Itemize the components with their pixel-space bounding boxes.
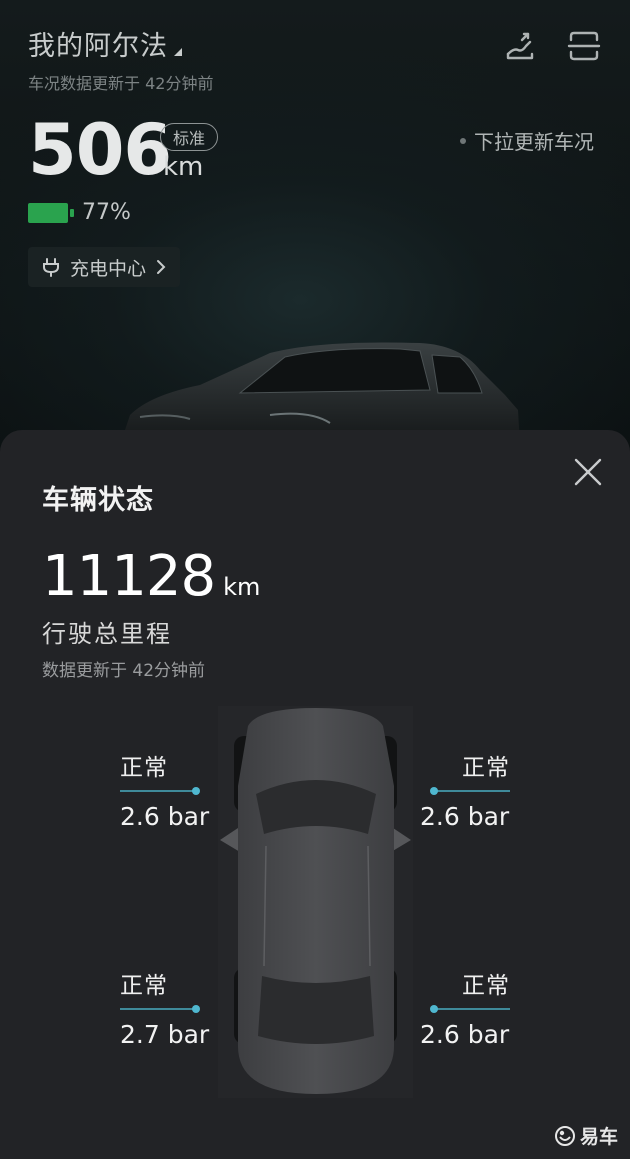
car-top-view-image — [218, 706, 413, 1098]
plug-icon — [43, 258, 59, 277]
odometer-unit: km — [223, 573, 261, 601]
battery-icon — [28, 202, 74, 223]
tire-pressure: 2.7 bar — [120, 1020, 210, 1049]
tire-indicator-line — [120, 787, 200, 795]
hint-dot-icon — [460, 137, 466, 144]
tire-indicator-dot — [192, 1005, 200, 1013]
tire-indicator-dot — [430, 1005, 438, 1013]
car-image — [120, 342, 520, 445]
odometer: 11128 km — [42, 544, 260, 609]
data-update-time: 数据更新于 42分钟前 — [42, 661, 206, 681]
chevron-right-icon — [157, 260, 166, 274]
tire-pressure: 2.6 bar — [420, 1020, 510, 1049]
watermark-text: 易车 — [579, 1126, 618, 1148]
tire-status: 正常 — [120, 973, 168, 999]
tire-indicator-line — [430, 1005, 510, 1013]
battery-percent: 77% — [82, 200, 131, 225]
yiche-logo-icon — [554, 1125, 575, 1146]
pull-refresh-text: 下拉更新车况 — [474, 130, 594, 154]
pull-refresh-hint: 下拉更新车况 — [460, 126, 594, 155]
tire-indicator-line — [430, 787, 510, 795]
tire-status: 正常 — [120, 755, 168, 781]
charge-center-button[interactable]: 充电中心 — [28, 247, 181, 287]
car-name: 我的阿尔法 — [28, 31, 168, 62]
tire-indicator-dot — [430, 787, 438, 795]
car-selector-caret-icon — [174, 47, 182, 56]
odometer-value: 11128 — [42, 544, 216, 609]
tire-pressure: 2.6 bar — [120, 802, 210, 831]
sheet-title: 车辆状态 — [42, 485, 154, 516]
odometer-label: 行驶总里程 — [42, 620, 172, 648]
tire-rear-right: 正常 2.6 bar — [420, 966, 534, 1049]
watermark: 易车 — [554, 1122, 618, 1149]
share-icon[interactable] — [502, 28, 538, 64]
tire-rear-left: 正常 2.7 bar — [120, 966, 220, 1049]
car-selector[interactable]: 我的阿尔法 — [28, 24, 182, 63]
tire-indicator-line — [120, 1005, 200, 1013]
status-update-time: 车况数据更新于 42分钟前 — [28, 74, 214, 93]
range-unit: km — [163, 152, 204, 182]
battery-status: 77% — [28, 200, 131, 225]
charge-center-label: 充电中心 — [70, 257, 147, 280]
tire-status: 正常 — [462, 973, 510, 999]
range-value: 506 — [28, 109, 172, 191]
range-mode-badge[interactable]: 标准 — [160, 123, 219, 151]
tire-front-left: 正常 2.6 bar — [120, 748, 220, 831]
close-icon[interactable] — [572, 456, 604, 488]
tire-indicator-dot — [192, 787, 200, 795]
tire-front-right: 正常 2.6 bar — [420, 748, 534, 831]
tire-status: 正常 — [462, 755, 510, 781]
vehicle-overview: 我的阿尔法 车况数据更新于 42分钟前 506 标准 km 下拉更新车况 77% — [0, 0, 630, 470]
vehicle-status-sheet: 车辆状态 11128 km 行驶总里程 数据更新于 42分钟前 正常 2.6 b — [0, 430, 630, 1159]
scan-icon[interactable] — [566, 28, 602, 64]
tire-pressure: 2.6 bar — [420, 802, 510, 831]
